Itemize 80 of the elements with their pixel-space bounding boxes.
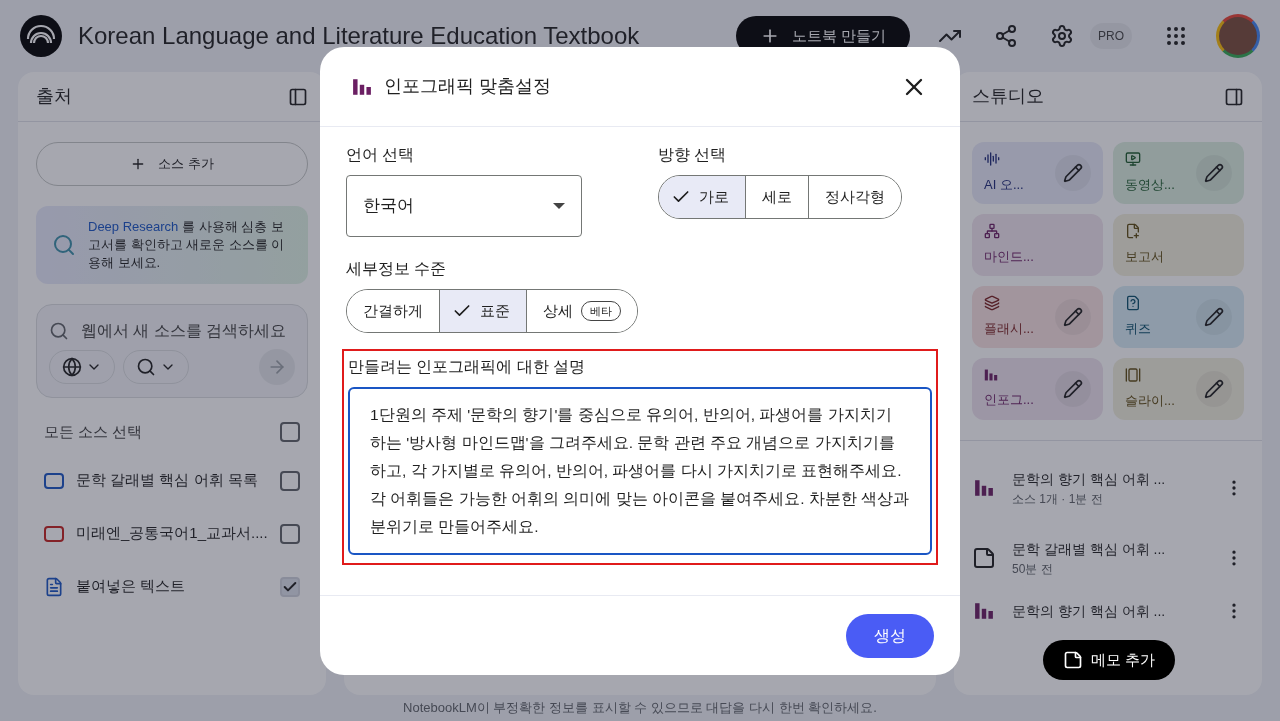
app-logo	[20, 15, 62, 57]
add-memo-button[interactable]: 메모 추가	[1043, 640, 1176, 680]
infographic-icon	[352, 76, 372, 97]
segment-option[interactable]: 가로	[659, 176, 745, 218]
segment-option[interactable]: 정사각형	[808, 176, 901, 218]
mindmap-icon	[984, 223, 1000, 240]
tile-label: AI 오...	[984, 176, 1025, 195]
apps-icon[interactable]	[1164, 24, 1188, 48]
checkbox[interactable]	[280, 422, 300, 442]
cards-icon	[984, 295, 1000, 312]
source-name[interactable]: 붙여넣은 텍스트	[76, 575, 268, 598]
slides-icon	[1125, 367, 1141, 384]
pencil-icon	[1063, 379, 1083, 399]
segment-option[interactable]: 상세 베타	[526, 290, 637, 332]
video-icon	[1125, 151, 1141, 168]
note-title[interactable]: 문학 갈래별 핵심 어휘 ...	[1012, 538, 1208, 560]
document-icon	[44, 576, 64, 597]
generate-button[interactable]: 생성	[846, 613, 934, 658]
field-label: 세부정보 수준	[346, 259, 448, 279]
panel-title: 스튜디오	[972, 85, 1044, 108]
report-icon	[1125, 223, 1141, 240]
tile-label: 마인드...	[984, 248, 1035, 267]
tile-label: 슬라이...	[1125, 392, 1176, 411]
field-label: 언어 선택	[346, 145, 416, 165]
panel-toggle-icon[interactable]	[288, 86, 308, 107]
field-label: 방향 선택	[658, 145, 728, 165]
quiz-icon	[1125, 295, 1141, 312]
studio-tile[interactable]: 마인드...	[972, 214, 1103, 276]
promo-text: Deep Research 를 사용해 심층 보고서를 확인하고 새로운 소스를 이용해 보세요.	[88, 218, 286, 272]
dialog-title: 인포그래픽 맞춤설정	[384, 75, 552, 98]
studio-tile[interactable]: 슬라이...	[1113, 358, 1244, 420]
checkbox[interactable]	[280, 523, 300, 544]
tile-label: 퀴즈	[1125, 320, 1152, 339]
tile-label: 보고서	[1125, 248, 1165, 267]
field-label: 만들려는 인포그래픽에 대한 설명	[348, 357, 587, 377]
dropdown-arrow-icon	[553, 203, 565, 209]
infographic-icon	[974, 478, 994, 498]
pencil-icon	[1204, 307, 1224, 327]
segment-option[interactable]: 표준	[439, 290, 526, 332]
note-icon	[1063, 650, 1083, 670]
language-dropdown[interactable]: 한국어	[346, 175, 582, 237]
pencil-icon	[1204, 379, 1224, 399]
note-meta: 50분 전	[1012, 560, 1054, 578]
studio-tile[interactable]: 플래시...	[972, 286, 1103, 348]
note-title[interactable]: 문학의 향기 핵심 어휘 ...	[1012, 468, 1208, 490]
panel-title: 출처	[36, 85, 72, 108]
magnifier-icon	[52, 233, 76, 257]
share-icon[interactable]	[994, 24, 1018, 48]
studio-tile[interactable]: AI 오...	[972, 142, 1103, 204]
source-name[interactable]: 문학 갈래별 핵심 어휘 목록	[76, 469, 268, 492]
search-field[interactable]: 웹에서 새 소스를 검색하세요	[81, 317, 287, 345]
infographic-icon	[974, 601, 994, 621]
pencil-icon	[1063, 163, 1083, 183]
settings-icon[interactable]	[1050, 24, 1074, 48]
select-all-label: 모든 소스 선택	[44, 421, 143, 442]
pencil-icon	[1204, 163, 1224, 183]
studio-tile[interactable]: 동영상...	[1113, 142, 1244, 204]
pencil-icon	[1063, 307, 1083, 327]
note-title[interactable]: 문학의 향기 핵심 어휘 ...	[1012, 601, 1208, 622]
description-field[interactable]: 1단원의 주제 '문학의 향기'를 중심으로 유의어, 반의어, 파생어를 가지치기 하는 '방사형 마인드맵'을 그려주세요. 문학 관련 주요 개념으로 가지치기를 하고, 각 가지별로 유의어, 반의어, 파생어를 다시 가지치기로 표현해주세요. 각 어휘들은 가능한 어휘의 의미에 맞는 아이콘을 붙여주세요. 차분한 색상과 분위기로 만들어주세요.	[348, 387, 932, 555]
checkbox[interactable]	[280, 470, 300, 491]
search-icon	[49, 321, 69, 341]
search-icon	[136, 357, 156, 377]
tile-label: 동영상...	[1125, 176, 1176, 195]
avatar[interactable]	[1216, 14, 1260, 58]
disclaimer-text: NotebookLM이 부정확한 정보를 표시할 수 있으므로 대답을 다시 한번 확인하세요.	[402, 699, 878, 717]
tile-label: 플래시...	[984, 320, 1035, 339]
deep-research-link[interactable]: Deep Research	[88, 219, 179, 234]
tile-label: 인포그...	[984, 391, 1035, 410]
globe-icon	[62, 357, 82, 377]
panel-toggle-icon[interactable]	[1224, 86, 1244, 107]
studio-tile[interactable]: 인포그...	[972, 358, 1103, 420]
infographic-icon	[984, 368, 998, 383]
studio-tile[interactable]: 보고서	[1113, 214, 1244, 276]
source-name[interactable]: 미래엔_공통국어1_교과서....	[76, 522, 268, 545]
studio-tile[interactable]: 퀴즈	[1113, 286, 1244, 348]
note-icon	[972, 546, 996, 570]
pro-badge: PRO	[1090, 23, 1132, 49]
audio-wave-icon	[984, 151, 1000, 168]
note-meta: 소스 1개 · 1분 전	[1012, 490, 1104, 508]
